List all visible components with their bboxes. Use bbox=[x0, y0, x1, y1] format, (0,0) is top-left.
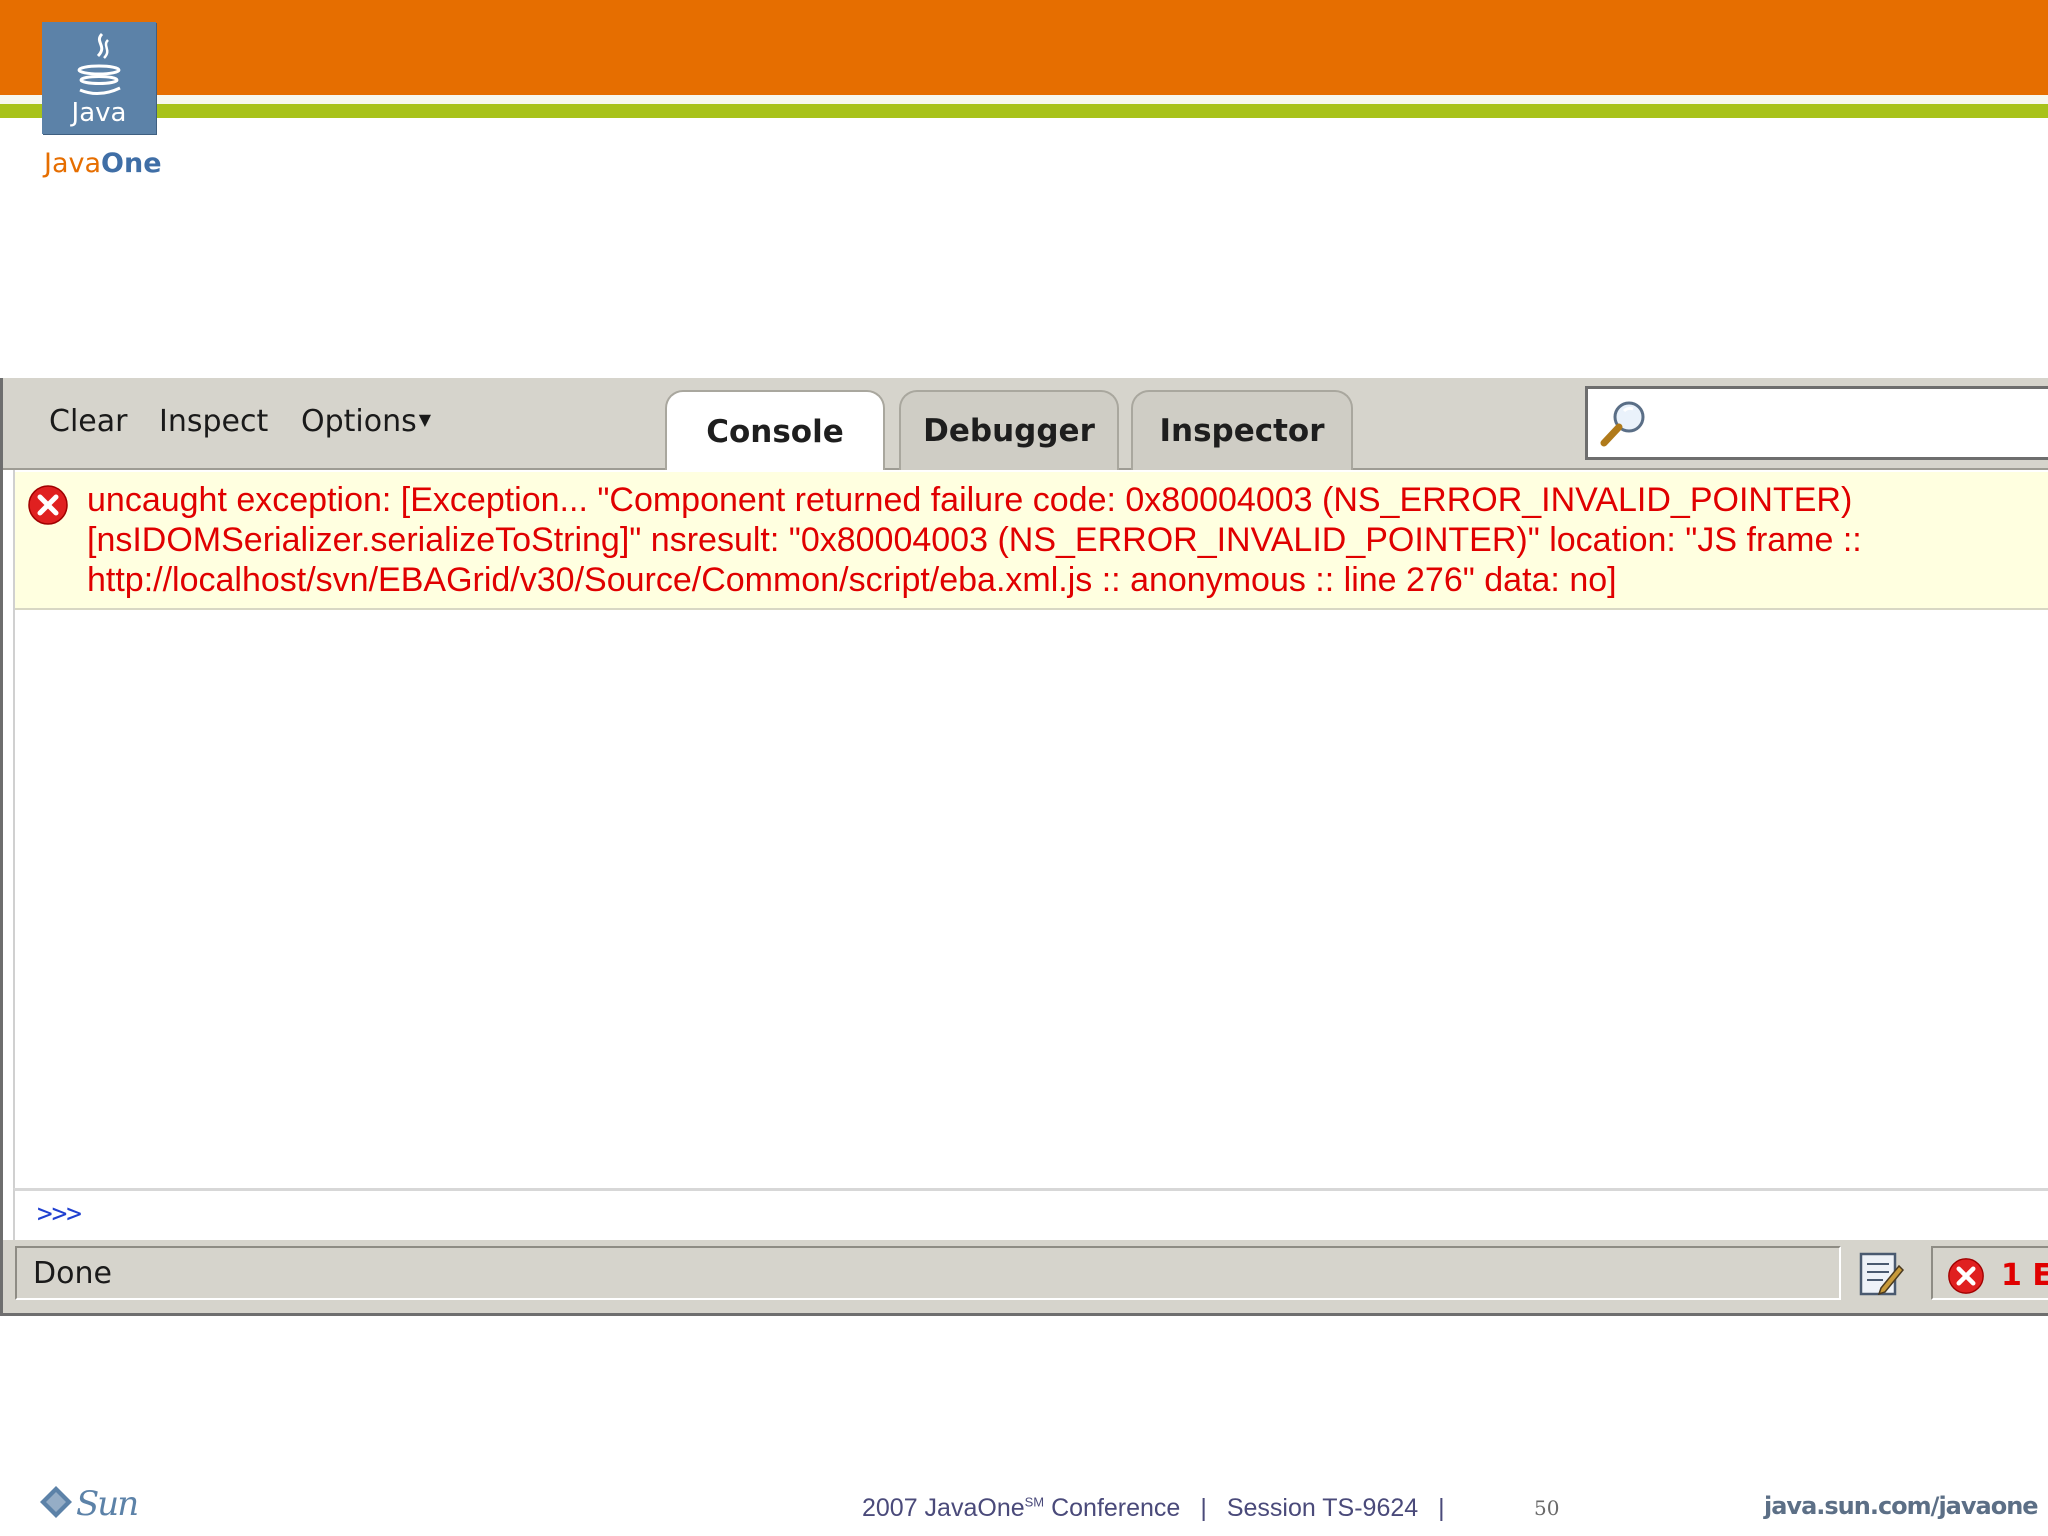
console-output: uncaught exception: [Exception... "Compo… bbox=[13, 470, 2048, 1188]
header-orange-bar bbox=[0, 0, 2048, 95]
header-green-stripe bbox=[0, 104, 2048, 118]
tab-debugger[interactable]: Debugger bbox=[899, 390, 1119, 470]
error-message[interactable]: uncaught exception: [Exception... "Compo… bbox=[87, 480, 2037, 600]
footer-conference: 2007 JavaOneSM Conference | Session TS-962… bbox=[862, 1494, 1465, 1523]
footer-separator-2: | bbox=[1438, 1494, 1445, 1522]
page-number: 50 bbox=[1534, 1496, 1560, 1520]
sun-logo-icon bbox=[40, 1486, 72, 1518]
tab-console[interactable]: Console bbox=[665, 390, 885, 472]
status-bar: Done 1 E bbox=[3, 1240, 2048, 1313]
footer-url: java.sun.com/javaone bbox=[1764, 1492, 2039, 1520]
command-line: >>> bbox=[13, 1188, 2048, 1240]
error-count-indicator[interactable]: 1 E bbox=[1931, 1246, 2048, 1300]
sun-logo-text: Sun bbox=[76, 1484, 139, 1524]
error-count-text: 1 E bbox=[2001, 1258, 2048, 1293]
java-logo-text: Java bbox=[71, 98, 127, 128]
caret-down-icon: ▼ bbox=[418, 410, 432, 429]
inspect-button[interactable]: Inspect bbox=[159, 404, 268, 439]
javaone-wordmark: JavaOne bbox=[44, 148, 162, 179]
search-input[interactable] bbox=[1654, 401, 2048, 449]
error-icon bbox=[28, 485, 68, 525]
command-input[interactable] bbox=[95, 1197, 1999, 1235]
console-error-row: uncaught exception: [Exception... "Compo… bbox=[15, 472, 2048, 610]
firebug-toolbar: Clear Inspect Options ▼ Console Debugger … bbox=[3, 378, 2048, 472]
tab-console-label: Console bbox=[706, 414, 844, 450]
status-text: Done bbox=[33, 1256, 112, 1291]
status-panel: Done bbox=[15, 1246, 1841, 1300]
clear-button[interactable]: Clear bbox=[49, 404, 127, 439]
command-prompt: >>> bbox=[37, 1199, 82, 1229]
notepad-icon bbox=[1859, 1252, 1905, 1296]
tab-debugger-label: Debugger bbox=[923, 413, 1095, 449]
error-count-icon bbox=[1948, 1258, 1984, 1294]
footer-separator: | bbox=[1200, 1494, 1207, 1522]
footer-conference-sup: SM bbox=[1024, 1494, 1045, 1510]
tab-inspector-label: Inspector bbox=[1159, 413, 1325, 449]
options-label: Options bbox=[301, 404, 417, 439]
footer-session: Session TS-9624 bbox=[1226, 1494, 1419, 1522]
java-cup-icon bbox=[77, 32, 121, 95]
wordmark-java: Java bbox=[44, 148, 102, 179]
tab-inspector[interactable]: Inspector bbox=[1131, 390, 1353, 470]
wordmark-one: One bbox=[101, 148, 162, 179]
magnifier-icon bbox=[1600, 401, 1645, 447]
footer-conference-name: 2007 JavaOne bbox=[862, 1494, 1025, 1522]
java-logo: Java bbox=[42, 22, 156, 134]
notepad-icon-button[interactable] bbox=[1857, 1248, 1907, 1300]
search-box[interactable] bbox=[1585, 386, 2048, 460]
header-white-stripe bbox=[0, 95, 2048, 104]
options-menu-button[interactable]: Options ▼ bbox=[301, 404, 431, 439]
footer-conference-suffix: Conference bbox=[1051, 1494, 1181, 1522]
firebug-panel: Clear Inspect Options ▼ Console Debugger … bbox=[0, 378, 2048, 1316]
